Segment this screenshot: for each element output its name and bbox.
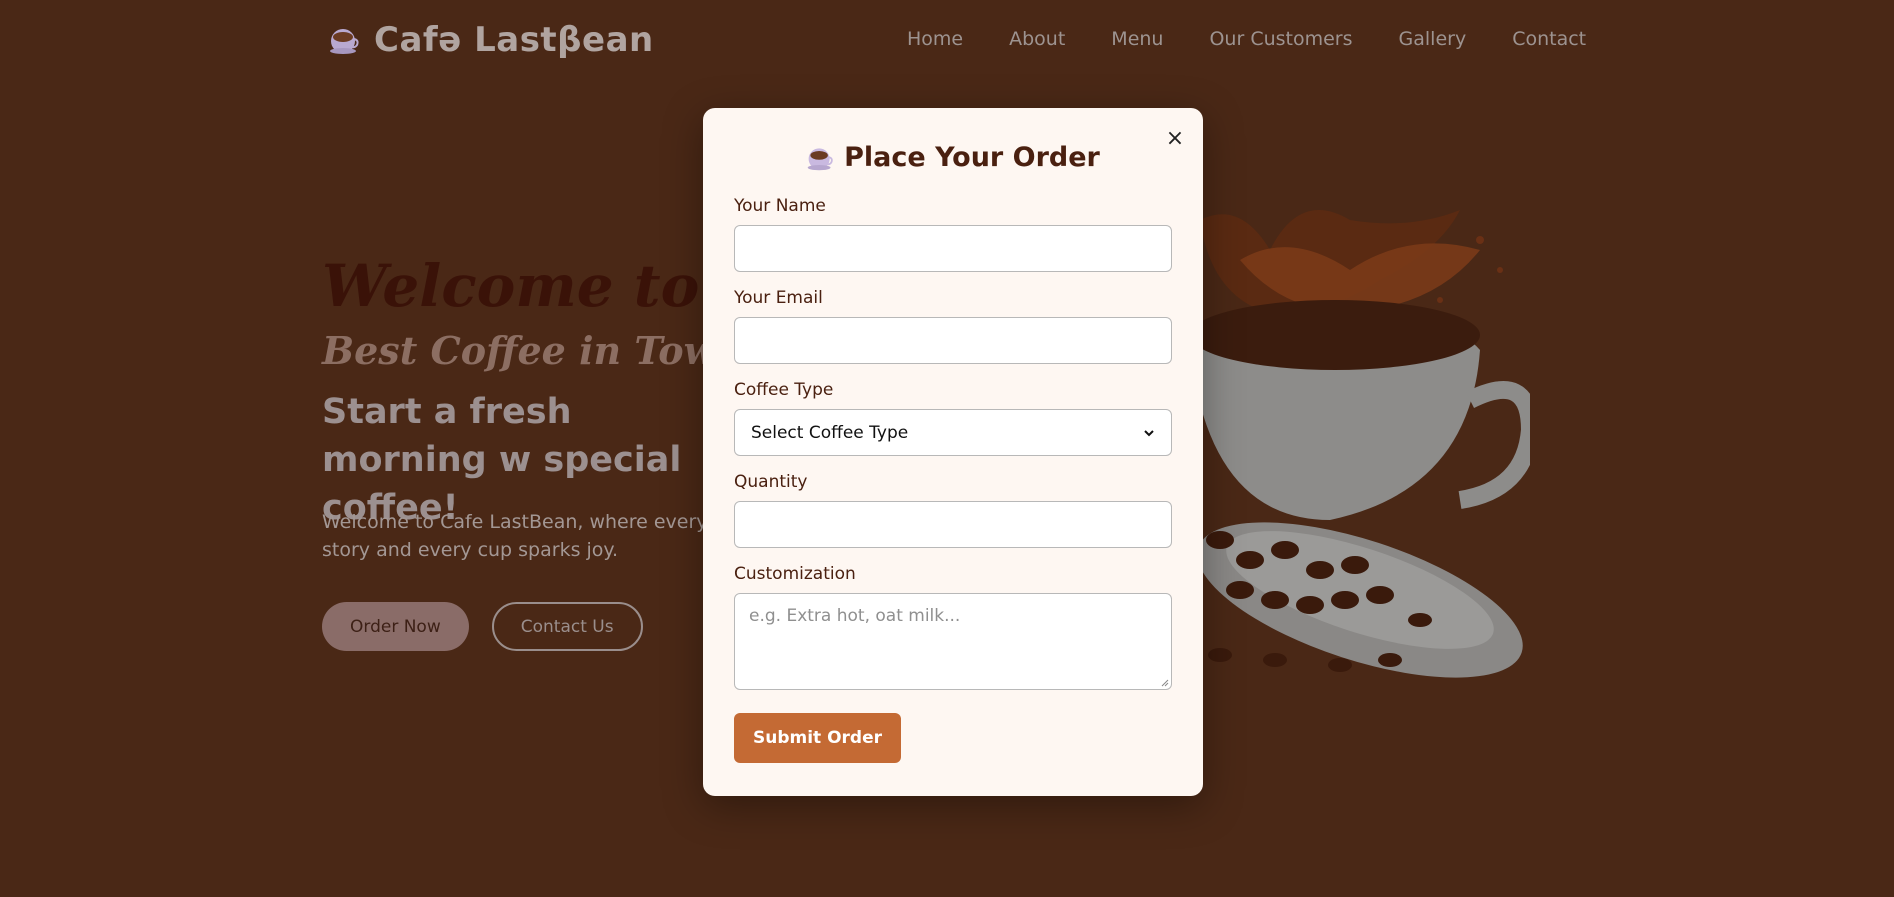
resize-grip-icon[interactable] [1159, 677, 1169, 687]
email-label: Your Email [734, 288, 823, 308]
coffee-type-select[interactable]: Select Coffee Type [734, 409, 1172, 456]
quantity-label: Quantity [734, 472, 808, 492]
coffee-cup-icon [807, 147, 833, 170]
coffee-type-label: Coffee Type [734, 380, 834, 400]
name-label: Your Name [734, 196, 826, 216]
order-modal: × Place Your Order Your Name Your Email … [703, 108, 1203, 796]
quantity-field[interactable] [734, 501, 1172, 548]
chevron-down-icon [1144, 429, 1154, 436]
customization-label: Customization [734, 564, 856, 584]
customization-field[interactable] [734, 593, 1172, 690]
customization-wrapper [734, 593, 1172, 690]
email-field[interactable] [734, 317, 1172, 364]
name-field[interactable] [734, 225, 1172, 272]
modal-title: Place Your Order [703, 142, 1203, 173]
modal-title-text: Place Your Order [844, 142, 1100, 173]
submit-order-button[interactable]: Submit Order [734, 713, 902, 763]
coffee-type-value: Select Coffee Type [751, 422, 909, 443]
